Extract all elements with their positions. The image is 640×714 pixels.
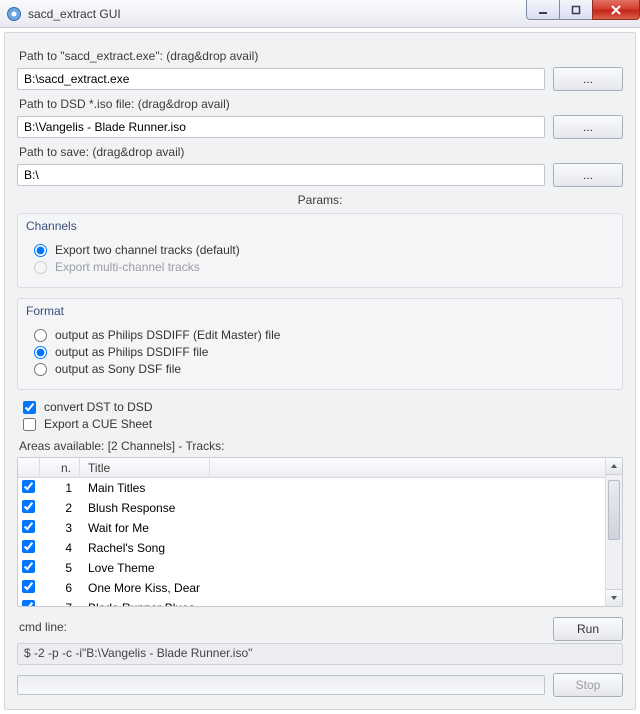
- channels-radio-multi: [34, 261, 47, 274]
- table-row[interactable]: 2Blush Response: [18, 498, 605, 518]
- iso-path-label: Path to DSD *.iso file: (drag&drop avail…: [19, 97, 623, 111]
- scroll-up-icon[interactable]: [606, 458, 622, 475]
- track-title: Love Theme: [80, 561, 605, 575]
- cmdline-label: cmd line:: [19, 620, 545, 634]
- channels-group: Channels Export two channel tracks (defa…: [17, 213, 623, 288]
- format-opt-editmaster[interactable]: output as Philips DSDIFF (Edit Master) f…: [34, 328, 606, 342]
- format-legend: Format: [26, 304, 64, 318]
- track-title: Rachel's Song: [80, 541, 605, 555]
- channels-opt-two-label: Export two channel tracks (default): [55, 243, 240, 257]
- tracks-header: n. Title: [18, 458, 605, 478]
- dst-checkbox-row[interactable]: convert DST to DSD: [23, 400, 617, 414]
- track-checkbox[interactable]: [22, 500, 35, 513]
- exe-path-input[interactable]: [17, 68, 545, 90]
- exe-browse-button[interactable]: ...: [553, 67, 623, 91]
- format-radio-editmaster[interactable]: [34, 329, 47, 342]
- scroll-thumb[interactable]: [608, 480, 620, 540]
- track-checkbox[interactable]: [22, 520, 35, 533]
- format-group: Format output as Philips DSDIFF (Edit Ma…: [17, 298, 623, 390]
- run-button[interactable]: Run: [553, 617, 623, 641]
- track-n: 6: [40, 581, 80, 595]
- track-checkbox[interactable]: [22, 560, 35, 573]
- track-title: Wait for Me: [80, 521, 605, 535]
- track-title: Blush Response: [80, 501, 605, 515]
- channels-legend: Channels: [26, 219, 77, 233]
- format-opt-dsdiff-label: output as Philips DSDIFF file: [55, 345, 208, 359]
- tracks-header-check[interactable]: [18, 458, 40, 477]
- cmdline-value: $ -2 -p -c -i"B:\Vangelis - Blade Runner…: [17, 643, 623, 665]
- channels-opt-two[interactable]: Export two channel tracks (default): [34, 243, 606, 257]
- format-opt-dsdiff[interactable]: output as Philips DSDIFF file: [34, 345, 606, 359]
- track-title: Blade Runner Blues: [80, 601, 605, 606]
- tracks-header-title[interactable]: Title: [80, 458, 210, 477]
- channels-opt-multi-label: Export multi-channel tracks: [55, 260, 200, 274]
- format-radio-dsf[interactable]: [34, 363, 47, 376]
- format-radio-dsdiff[interactable]: [34, 346, 47, 359]
- minimize-button[interactable]: [526, 0, 560, 20]
- table-row[interactable]: 7Blade Runner Blues: [18, 598, 605, 606]
- stop-button[interactable]: Stop: [553, 673, 623, 697]
- format-opt-dsf[interactable]: output as Sony DSF file: [34, 362, 606, 376]
- cue-checkbox[interactable]: [23, 418, 36, 431]
- close-button[interactable]: [592, 0, 640, 20]
- title-bar: sacd_extract GUI: [0, 0, 640, 28]
- window-title: sacd_extract GUI: [28, 7, 121, 21]
- app-icon: [6, 6, 22, 22]
- track-title: One More Kiss, Dear: [80, 581, 605, 595]
- table-row[interactable]: 6One More Kiss, Dear: [18, 578, 605, 598]
- track-n: 7: [40, 601, 80, 606]
- track-n: 1: [40, 481, 80, 495]
- tracks-header-n[interactable]: n.: [40, 458, 80, 477]
- table-row[interactable]: 1Main Titles: [18, 478, 605, 498]
- areas-label: Areas available: [2 Channels] - Tracks:: [19, 439, 621, 453]
- cue-checkbox-row[interactable]: Export a CUE Sheet: [23, 417, 617, 431]
- cue-checkbox-label: Export a CUE Sheet: [44, 417, 152, 431]
- save-browse-button[interactable]: ...: [553, 163, 623, 187]
- iso-path-input[interactable]: [17, 116, 545, 138]
- track-checkbox[interactable]: [22, 480, 35, 493]
- track-n: 2: [40, 501, 80, 515]
- tracks-listview: n. Title 1Main Titles2Blush Response3Wai…: [17, 457, 623, 607]
- progress-bar: [17, 675, 545, 695]
- dst-checkbox[interactable]: [23, 401, 36, 414]
- track-checkbox[interactable]: [22, 540, 35, 553]
- format-opt-dsf-label: output as Sony DSF file: [55, 362, 181, 376]
- params-title: Params:: [17, 193, 623, 207]
- exe-path-label: Path to "sacd_extract.exe": (drag&drop a…: [19, 49, 623, 63]
- channels-opt-multi: Export multi-channel tracks: [34, 260, 606, 274]
- track-checkbox[interactable]: [22, 580, 35, 593]
- track-n: 4: [40, 541, 80, 555]
- maximize-button[interactable]: [559, 0, 593, 20]
- track-checkbox[interactable]: [22, 600, 35, 606]
- dst-checkbox-label: convert DST to DSD: [44, 400, 152, 414]
- table-row[interactable]: 3Wait for Me: [18, 518, 605, 538]
- track-title: Main Titles: [80, 481, 605, 495]
- track-n: 5: [40, 561, 80, 575]
- table-row[interactable]: 5Love Theme: [18, 558, 605, 578]
- iso-browse-button[interactable]: ...: [553, 115, 623, 139]
- channels-radio-two[interactable]: [34, 244, 47, 257]
- save-path-label: Path to save: (drag&drop avail): [19, 145, 623, 159]
- table-row[interactable]: 4Rachel's Song: [18, 538, 605, 558]
- save-path-input[interactable]: [17, 164, 545, 186]
- track-n: 3: [40, 521, 80, 535]
- format-opt-editmaster-label: output as Philips DSDIFF (Edit Master) f…: [55, 328, 280, 342]
- tracks-scrollbar[interactable]: [605, 458, 622, 606]
- scroll-down-icon[interactable]: [606, 589, 622, 606]
